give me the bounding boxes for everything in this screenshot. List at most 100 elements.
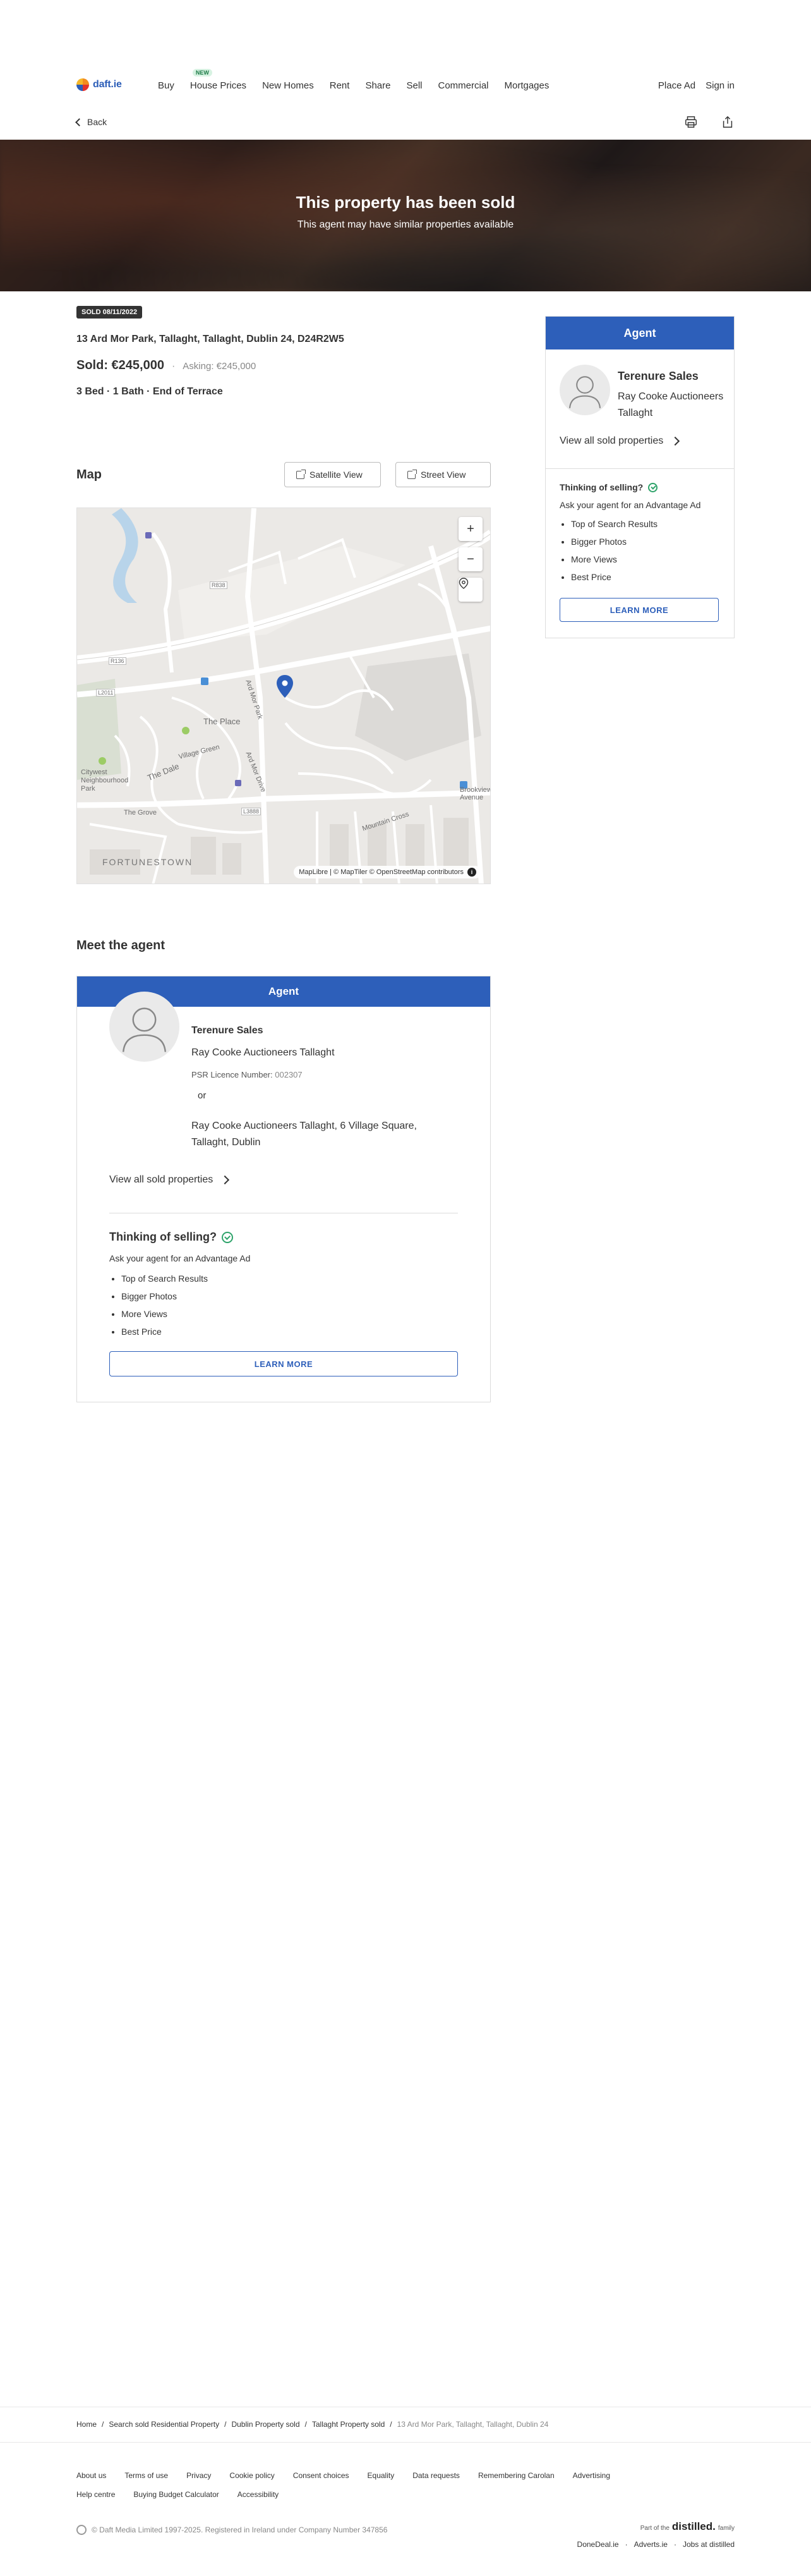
avatar [560,365,610,415]
daft-logo-icon [76,78,89,91]
selling-subtitle: Ask your agent for an Advantage Ad [560,500,701,510]
adverts-link[interactable]: Adverts.ie [634,2540,668,2549]
asking-price: Asking: €245,000 [183,361,256,372]
nav-share[interactable]: Share [365,80,390,91]
check-circle-icon [648,482,658,492]
new-badge: NEW [192,69,212,76]
breadcrumb-home[interactable]: Home [76,2420,97,2429]
printer-icon[interactable] [684,115,698,132]
nav-new-homes[interactable]: New Homes [262,80,314,91]
nav-sell[interactable]: Sell [406,80,422,91]
copyright-text: © Daft Media Limited 1997-2025. Register… [92,2525,388,2534]
user-placeholder-icon [122,1007,167,1052]
place-ad-link[interactable]: Place Ad [658,80,695,91]
sold-date-badge: SOLD 08/11/2022 [76,306,143,319]
breadcrumb-separator: / [102,2420,104,2429]
nav-buy[interactable]: Buy [158,80,174,91]
footer-link-remembering-carolan[interactable]: Remembering Carolan [478,2471,555,2480]
benefits-list: Top of Search Results Bigger Photos More… [571,515,658,586]
street-view-button[interactable]: Street View [395,462,491,487]
check-circle-icon [222,1231,233,1243]
family-prefix: Part of the [640,2525,670,2532]
agent-name: Terenure Sales [191,1025,263,1036]
external-link-icon [407,469,417,479]
copyright: © Daft Media Limited 1997-2025. Register… [76,2525,387,2535]
agent-company: Ray Cooke Auctioneers Tallaght [618,391,724,418]
list-item: Bigger Photos [571,533,658,550]
info-icon[interactable]: i [467,868,476,877]
map-attribution[interactable]: MapLibre | © MapTiler © OpenStreetMap co… [294,866,481,878]
list-item: More Views [571,550,658,568]
donedeal-link[interactable]: DoneDeal.ie [577,2540,619,2549]
external-link-icon [296,469,306,479]
footer-link-accessibility[interactable]: Accessibility [237,2490,279,2499]
property-map[interactable]: FORTUNESTOWN Village Green The Place Ard… [76,507,491,884]
map-label-brookview: Brookview Avenue [460,786,491,801]
breadcrumb-tallaght[interactable]: Tallaght Property sold [312,2420,385,2429]
map-label-r136: R136 [109,657,126,665]
footer-link-budget-calculator[interactable]: Buying Budget Calculator [133,2490,219,2499]
agent-card-main: Agent Terenure Sales Ray Cooke Auctionee… [76,976,491,1402]
street-view-label: Street View [421,470,466,480]
view-sold-label: View all sold properties [109,1174,213,1185]
thinking-of-selling: Thinking of selling? [560,482,658,492]
learn-more-button[interactable]: LEARN MORE [560,598,719,622]
view-sold-properties-link[interactable]: View all sold properties [560,435,680,447]
selling-title: Thinking of selling? [560,482,644,492]
breadcrumb-search-sold[interactable]: Search sold Residential Property [109,2420,219,2429]
nav-commercial[interactable]: Commercial [438,80,488,91]
distilled-family: Part of the distilled. family [640,2520,735,2533]
property-marker-icon[interactable] [277,675,293,698]
avatar [109,992,179,1062]
selling-title: Thinking of selling? [109,1230,217,1243]
jobs-link[interactable]: Jobs at distilled [683,2540,735,2549]
nav-rent[interactable]: Rent [330,80,350,91]
back-link[interactable]: Back [75,117,107,127]
breadcrumb-current: 13 Ard Mor Park, Tallaght, Tallaght, Dub… [397,2420,549,2429]
benefits-list: Top of Search Results Bigger Photos More… [121,1270,208,1340]
nav-house-prices[interactable]: NEW House Prices [190,69,246,91]
nav-mortgages[interactable]: Mortgages [505,80,550,91]
footer-link-equality[interactable]: Equality [368,2471,395,2480]
location-pin-icon [459,578,469,589]
breadcrumb-separator: / [224,2420,227,2429]
footer-link-data-requests[interactable]: Data requests [412,2471,460,2480]
hero-subtitle: This agent may have similar properties a… [297,219,514,230]
list-item: Best Price [571,568,658,586]
footer-link-help-centre[interactable]: Help centre [76,2490,115,2499]
map-label-the-place: The Place [203,717,241,726]
sign-in-link[interactable]: Sign in [706,80,735,91]
satellite-view-label: Satellite View [309,470,363,480]
distilled-logo[interactable]: distilled. [672,2520,716,2533]
sold-hero-banner: This property has been sold This agent m… [0,140,811,291]
footer-link-cookie[interactable]: Cookie policy [229,2471,274,2480]
list-item: Top of Search Results [571,515,658,533]
breadcrumb-separator: / [390,2420,392,2429]
footer-link-privacy[interactable]: Privacy [186,2471,211,2480]
daft-logo[interactable]: daft.ie [76,78,122,91]
chevron-right-icon [671,436,680,446]
learn-more-button[interactable]: LEARN MORE [109,1351,458,1376]
zoom-out-button[interactable]: − [459,547,483,571]
footer-link-terms[interactable]: Terms of use [124,2471,168,2480]
view-sold-properties-link[interactable]: View all sold properties [109,1174,230,1186]
psr-label: PSR Licence Number: [191,1070,273,1079]
agent-name: Terenure Sales [618,370,699,382]
breadcrumb: Home / Search sold Residential Property … [76,2420,548,2429]
family-links: DoneDeal.ie · Adverts.ie · Jobs at disti… [577,2540,735,2549]
agent-card-sidebar: Agent Terenure Sales Ray Cooke Auctionee… [545,316,735,638]
locate-button[interactable] [459,578,483,602]
family-separator: · [673,2540,676,2549]
chevron-left-icon [75,118,83,126]
agent-address: Ray Cooke Auctioneers Tallaght, 6 Villag… [191,1121,417,1148]
footer-link-about[interactable]: About us [76,2471,106,2480]
property-features: 3 Bed · 1 Bath · End of Terrace [76,386,223,397]
property-address: 13 Ard Mor Park, Tallaght, Tallaght, Dub… [76,334,344,344]
zoom-in-button[interactable]: + [459,517,483,541]
satellite-view-button[interactable]: Satellite View [284,462,381,487]
chevron-right-icon [220,1175,230,1185]
footer-link-consent[interactable]: Consent choices [293,2471,349,2480]
share-icon[interactable] [721,115,735,132]
breadcrumb-dublin[interactable]: Dublin Property sold [231,2420,299,2429]
footer-link-advertising[interactable]: Advertising [573,2471,610,2480]
